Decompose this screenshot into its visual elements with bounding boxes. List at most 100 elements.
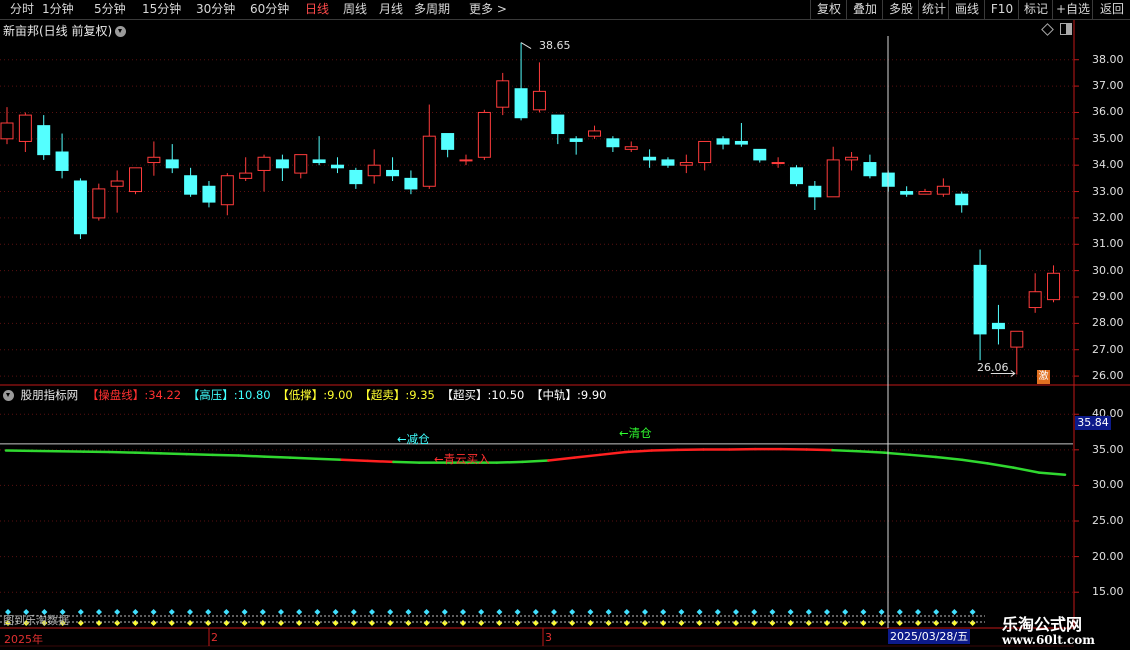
current-value-tag: 35.84 <box>1075 416 1111 430</box>
signal-diamond-cyan <box>714 609 721 615</box>
signal-diamond-cyan <box>296 609 303 615</box>
signal-diamond-yellow <box>878 620 885 626</box>
indicator-segment <box>547 456 576 462</box>
main-y-tick-label: 35.00 <box>1092 131 1124 145</box>
candle-down <box>789 167 803 185</box>
signal-diamond-yellow <box>460 620 466 626</box>
candle-up <box>110 180 124 187</box>
candle-up <box>239 172 253 179</box>
signal-diamond-cyan <box>496 609 503 615</box>
signal-diamond-yellow <box>132 620 139 626</box>
candle-down <box>643 156 657 161</box>
signal-diamond-cyan <box>205 609 212 615</box>
candle-down <box>569 138 583 142</box>
signal-diamond-yellow <box>168 620 175 626</box>
signal-diamond-cyan <box>114 609 121 615</box>
indicator-segment <box>572 453 602 459</box>
signal-diamond-yellow <box>696 620 703 626</box>
signal-diamond-yellow <box>278 620 284 626</box>
candle-down <box>404 177 418 190</box>
indicator-y-tick-label: 15.00 <box>1092 585 1124 599</box>
cursor-date-tag: 2025/03/28/五 <box>888 629 971 644</box>
signal-diamond-yellow <box>787 620 794 626</box>
signal-diamond-cyan <box>168 609 175 615</box>
indicator-bottom-text: 图到乐淘数据 <box>3 614 69 627</box>
signal-diamond-cyan <box>969 609 976 615</box>
signal-diamond-yellow <box>259 620 266 626</box>
signal-diamond-yellow <box>915 620 921 626</box>
signal-diamond-yellow <box>314 620 321 626</box>
candle-up <box>826 159 840 198</box>
candle-down <box>661 159 675 166</box>
candle-up <box>18 114 32 142</box>
indicator-segment <box>211 453 240 457</box>
param-cpx: 【操盘线】:34.22 <box>86 388 182 402</box>
signal-diamond-yellow <box>150 620 157 626</box>
candle-down <box>973 264 987 335</box>
signal-diamond-yellow <box>350 620 357 626</box>
candle-down <box>275 159 289 169</box>
signal-diamond-yellow <box>441 620 448 626</box>
candle-down <box>55 151 69 171</box>
signal-diamond-yellow <box>514 620 521 626</box>
signal-diamond-yellow <box>951 620 958 626</box>
signal-diamond-cyan <box>860 609 867 615</box>
signal-diamond-cyan <box>96 609 102 615</box>
indicator-dropdown-icon[interactable] <box>3 390 14 401</box>
candle-down <box>753 148 767 161</box>
indicator-segment <box>495 460 524 464</box>
low-price-label: 26.06 <box>977 361 1009 374</box>
candle-up <box>1047 272 1061 301</box>
signal-diamond-cyan <box>623 609 630 615</box>
signal-diamond-yellow <box>205 620 212 626</box>
signal-diamond-cyan <box>405 609 412 615</box>
indicator-segment <box>960 458 989 465</box>
candle-up <box>129 167 143 193</box>
signal-diamond-cyan <box>642 609 648 615</box>
signal-diamond-cyan <box>132 609 139 615</box>
candle-up <box>532 90 546 111</box>
signal-diamond-cyan <box>314 609 321 615</box>
indicator-y-tick-label: 30.00 <box>1092 478 1124 492</box>
high-pointer <box>520 42 532 50</box>
candle-up <box>294 154 308 174</box>
signal-diamond-cyan <box>514 609 521 615</box>
signal-diamond-yellow <box>642 620 648 626</box>
indicator-segment <box>185 452 214 457</box>
indicator-segment <box>133 451 163 455</box>
candle-down <box>312 159 326 164</box>
annotation-buy: ←青云买入 <box>434 452 490 466</box>
candle-up <box>220 175 234 206</box>
badge-label: 激 <box>1037 370 1050 384</box>
candle-down <box>73 180 87 235</box>
candle-up <box>698 140 712 164</box>
candle-up <box>588 130 602 137</box>
candle-down <box>441 133 455 150</box>
indicator-segment <box>598 450 628 457</box>
signal-diamond-yellow <box>933 620 940 626</box>
main-y-tick-label: 31.00 <box>1092 237 1124 251</box>
main-y-tick-label: 28.00 <box>1092 316 1124 330</box>
signal-diamond-yellow <box>478 620 485 626</box>
chart-canvas[interactable] <box>0 0 1130 650</box>
signal-diamond-cyan <box>605 609 612 615</box>
signal-diamond-cyan <box>696 609 703 615</box>
indicator-segment <box>857 450 886 454</box>
indicator-segment <box>392 460 421 464</box>
param-dicheng: 【低撑】:9.00 <box>277 388 353 402</box>
indicator-name[interactable]: 股朋指标网 <box>21 388 79 402</box>
candle-up <box>771 162 785 165</box>
indicator-segment <box>108 450 137 454</box>
signal-diamond-cyan <box>387 609 394 615</box>
signal-diamond-cyan <box>678 609 685 615</box>
signal-diamond-cyan <box>332 609 339 615</box>
indicator-segment <box>366 459 395 464</box>
signal-diamond-cyan <box>842 609 849 615</box>
main-y-tick-label: 32.00 <box>1092 210 1124 224</box>
indicator-y-tick-label: 35.00 <box>1092 442 1124 456</box>
candle-up <box>367 164 381 177</box>
signal-diamond-cyan <box>751 609 758 615</box>
watermark-title: 乐淘公式网 <box>1002 615 1083 634</box>
candle-up <box>422 135 436 187</box>
signal-diamond-yellow <box>496 620 503 626</box>
